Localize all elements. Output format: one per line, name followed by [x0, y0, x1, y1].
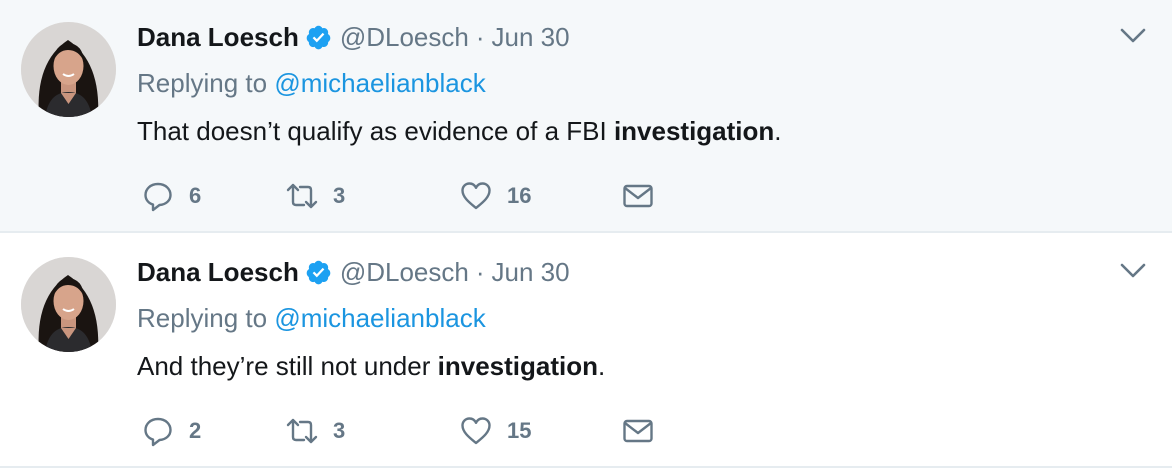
author-name[interactable]: Dana Loesch [137, 257, 299, 288]
separator-dot: · [475, 21, 485, 52]
avatar[interactable] [21, 22, 116, 117]
reply-count: 2 [189, 418, 202, 443]
chevron-down-icon[interactable] [1120, 26, 1146, 46]
reply-count: 6 [189, 183, 202, 208]
retweet-button[interactable]: 3 [285, 411, 345, 451]
reply-bubble-icon [141, 179, 175, 213]
reply-button[interactable]: 2 [141, 411, 201, 451]
like-button[interactable]: 15 [459, 411, 531, 451]
verified-badge-icon [305, 259, 332, 286]
retweet-icon [285, 179, 319, 213]
envelope-icon [621, 179, 655, 213]
tweet-text: And they’re still not under investigatio… [137, 351, 605, 382]
tweet-text-part: And they’re still not under [137, 351, 438, 381]
mention-link[interactable]: @michaelianblack [274, 303, 485, 333]
replying-to: Replying to @michaelianblack [137, 68, 486, 99]
tweet-actions: 2 3 15 [137, 411, 697, 451]
avatar[interactable] [21, 257, 116, 352]
like-button[interactable]: 16 [459, 176, 531, 216]
tweet-text-part: That doesn’t qualify as evidence of a FB… [137, 116, 614, 146]
tweet-text-end: . [597, 351, 606, 381]
reply-button[interactable]: 6 [141, 176, 201, 216]
like-count: 16 [507, 183, 532, 208]
tweet-header: Dana Loesch @DLoesch · Jun 30 [137, 20, 570, 54]
tweet-header: Dana Loesch @DLoesch · Jun 30 [137, 255, 570, 289]
separator-dot: · [475, 256, 485, 287]
author-handle[interactable]: @DLoesch [340, 257, 469, 288]
tweet-timeline: Dana Loesch @DLoesch · Jun 30 Replying t… [0, 0, 1172, 472]
like-count: 15 [507, 418, 532, 443]
replying-prefix: Replying to [137, 68, 268, 98]
retweet-count: 3 [333, 418, 346, 443]
direct-message-button[interactable] [621, 411, 655, 451]
heart-icon [459, 179, 493, 213]
tweet-date[interactable]: Jun 30 [492, 22, 570, 53]
tweet[interactable]: Dana Loesch @DLoesch · Jun 30 Replying t… [0, 0, 1172, 233]
chevron-down-icon[interactable] [1120, 261, 1146, 281]
replying-prefix: Replying to [137, 303, 268, 333]
envelope-icon [621, 414, 655, 448]
tweet-text-end: . [774, 116, 782, 146]
reply-bubble-icon [141, 414, 175, 448]
tweet-text-bold: investigation [613, 116, 775, 146]
replying-to: Replying to @michaelianblack [137, 303, 486, 334]
retweet-count: 3 [333, 183, 346, 208]
retweet-icon [285, 414, 319, 448]
verified-badge-icon [305, 24, 332, 51]
tweet[interactable]: Dana Loesch @DLoesch · Jun 30 Replying t… [0, 235, 1172, 468]
mention-link[interactable]: @michaelianblack [274, 68, 485, 98]
retweet-button[interactable]: 3 [285, 176, 345, 216]
author-handle[interactable]: @DLoesch [340, 22, 469, 53]
tweet-date[interactable]: Jun 30 [492, 257, 570, 288]
author-name[interactable]: Dana Loesch [137, 22, 299, 53]
tweet-text-bold: investigation [437, 351, 598, 381]
tweet-text: That doesn’t qualify as evidence of a FB… [137, 116, 782, 147]
heart-icon [459, 414, 493, 448]
tweet-actions: 6 3 16 [137, 176, 697, 216]
direct-message-button[interactable] [621, 176, 655, 216]
